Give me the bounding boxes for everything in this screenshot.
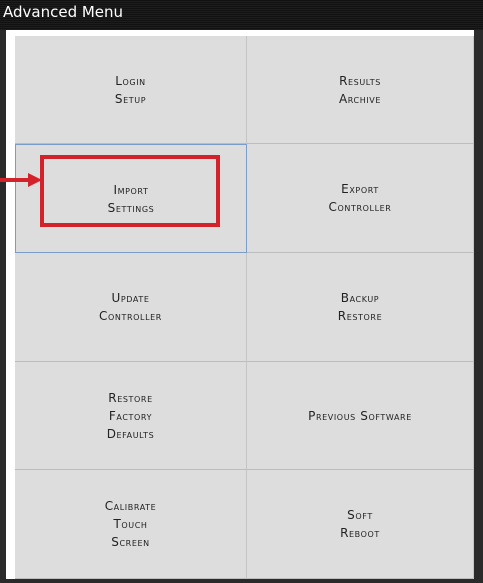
button-label-line: Restore <box>108 390 153 405</box>
button-label-line: Controller <box>99 309 162 323</box>
menu-grid: Login Setup Results Archive Import Setti… <box>15 36 474 579</box>
button-label-line: Settings <box>107 200 155 215</box>
backup-restore-button[interactable]: Backup Restore <box>247 253 474 362</box>
button-label-line: Import <box>113 182 149 197</box>
arrow-right-icon <box>0 173 42 187</box>
button-label-line: Defaults <box>106 426 155 441</box>
calibrate-touch-screen-button[interactable]: Calibrate Touch Screen <box>15 470 247 579</box>
button-label-line: Restore <box>337 309 383 323</box>
button-label-line: Controller <box>328 200 392 214</box>
title-bar: Advanced Menu <box>0 0 483 30</box>
button-label-line: Calibrate <box>104 499 157 513</box>
previous-software-button[interactable]: Previous Software <box>247 362 474 470</box>
button-label-line: Login <box>115 73 146 88</box>
soft-reboot-button[interactable]: Soft Reboot <box>247 470 474 579</box>
login-setup-button[interactable]: Login Setup <box>15 36 247 144</box>
button-label-line: Export <box>341 182 379 196</box>
button-label-line: Soft <box>347 508 373 522</box>
button-label-line: Results <box>339 73 381 88</box>
window-frame-right <box>474 30 483 583</box>
button-label-line: Reboot <box>340 526 380 540</box>
button-label-line: Backup <box>340 291 380 305</box>
restore-factory-defaults-button[interactable]: Restore Factory Defaults <box>15 362 247 470</box>
results-archive-button[interactable]: Results Archive <box>247 36 474 144</box>
button-label-line: Screen <box>111 535 150 549</box>
update-controller-button[interactable]: Update Controller <box>15 253 247 362</box>
window-title: Advanced Menu <box>3 3 124 21</box>
button-label-line: Setup <box>114 91 147 106</box>
button-label-line: Touch <box>113 517 148 531</box>
button-label-line: Factory <box>108 408 153 423</box>
import-settings-button[interactable]: Import Settings <box>15 144 247 253</box>
window-frame-left <box>0 30 6 583</box>
button-label-line: Previous Software <box>308 408 412 423</box>
button-label-line: Archive <box>338 91 382 106</box>
export-controller-button[interactable]: Export Controller <box>247 144 474 253</box>
button-label-line: Update <box>111 291 150 305</box>
window-frame-bottom <box>0 579 483 583</box>
